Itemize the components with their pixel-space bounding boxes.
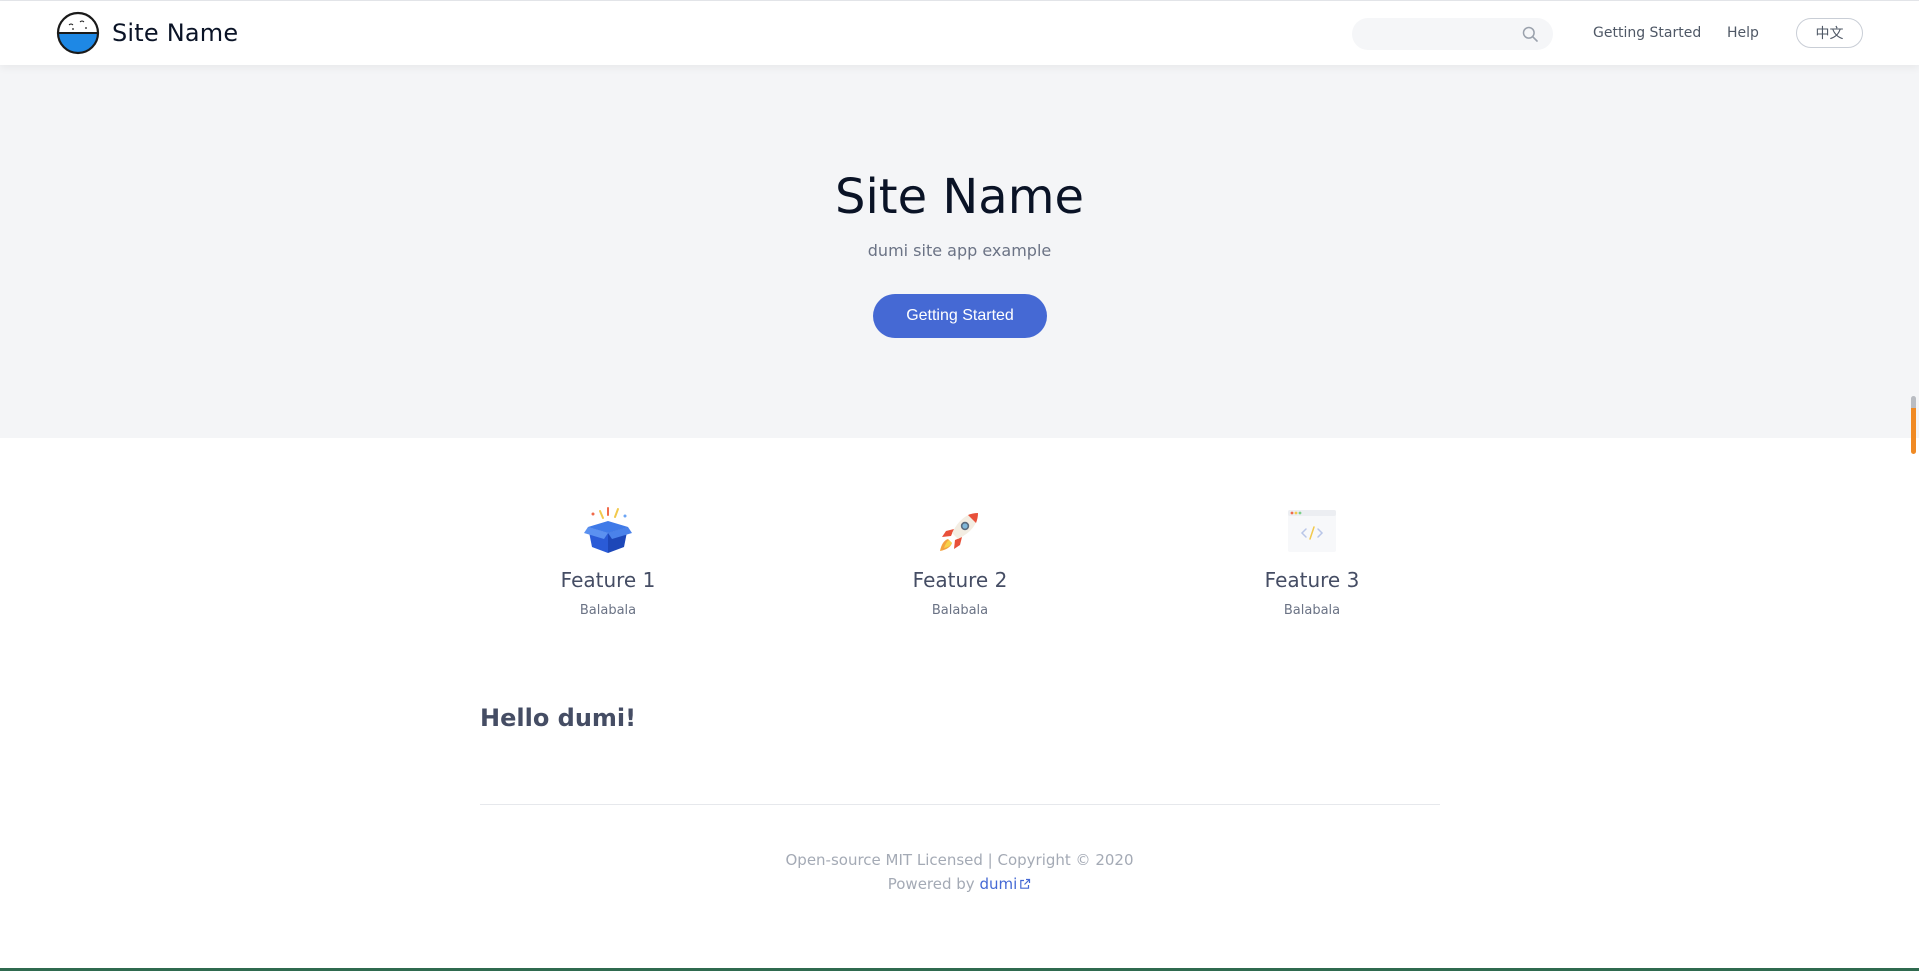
search-icon[interactable] bbox=[1522, 26, 1538, 42]
navbar: Site Name Getting Started Help 中文 bbox=[0, 1, 1919, 65]
content-heading: Hello dumi! bbox=[480, 704, 637, 732]
search-box bbox=[1352, 18, 1553, 50]
footer: Open-source MIT Licensed | Copyright © 2… bbox=[0, 848, 1919, 896]
rice-bowl-logo-icon bbox=[56, 11, 100, 55]
dumi-link-label: dumi bbox=[979, 875, 1018, 893]
features-section: Feature 1 Balabala Feature 2 Balabala Fe… bbox=[0, 505, 1919, 635]
feature-title: Feature 3 bbox=[1264, 568, 1360, 592]
external-link-icon bbox=[1020, 878, 1031, 889]
hero-description: dumi site app example bbox=[867, 241, 1052, 260]
feature-card: Feature 3 Balabala bbox=[1182, 505, 1442, 620]
gift-box-icon bbox=[584, 507, 632, 553]
feature-description: Balabala bbox=[579, 603, 637, 618]
site-logo-link[interactable]: Site Name bbox=[56, 11, 238, 55]
dumi-link[interactable]: dumi bbox=[979, 875, 1031, 893]
footer-divider bbox=[480, 804, 1440, 805]
getting-started-button[interactable]: Getting Started bbox=[873, 294, 1047, 338]
scrollbar-thumb[interactable] bbox=[1911, 396, 1916, 454]
feature-title: Feature 2 bbox=[912, 568, 1008, 592]
site-name: Site Name bbox=[112, 19, 239, 47]
language-switch-button[interactable]: 中文 bbox=[1796, 18, 1863, 48]
license-text: Open-source MIT Licensed | Copyright © 2… bbox=[785, 851, 1134, 869]
feature-title: Feature 1 bbox=[560, 568, 656, 592]
hero-title: Site Name bbox=[834, 169, 1085, 225]
feature-card: Feature 2 Balabala bbox=[830, 505, 1090, 620]
nav-help[interactable]: Help bbox=[1727, 23, 1759, 43]
rocket-icon bbox=[940, 513, 978, 551]
search-input[interactable] bbox=[1352, 18, 1522, 50]
feature-description: Balabala bbox=[1283, 603, 1341, 618]
powered-by-line: Powered by dumi bbox=[0, 872, 1919, 896]
nav-getting-started[interactable]: Getting Started bbox=[1593, 23, 1701, 43]
hero-section: Site Name dumi site app example Getting … bbox=[0, 65, 1919, 438]
powered-by-label: Powered by bbox=[887, 875, 980, 893]
code-window-icon bbox=[1288, 510, 1336, 552]
feature-description: Balabala bbox=[931, 603, 989, 618]
feature-card: Feature 1 Balabala bbox=[478, 505, 738, 620]
